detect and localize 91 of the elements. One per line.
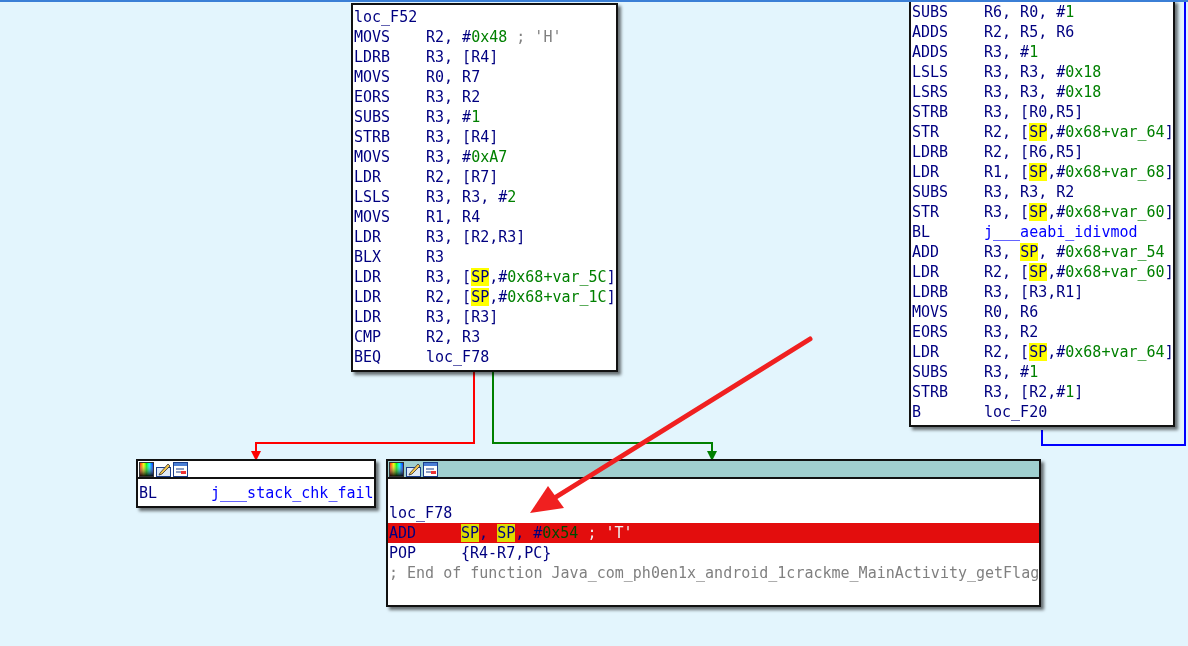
operands: R2, [R7] — [426, 167, 499, 187]
operands: R2, [SP,#0x68+var_1C] — [426, 287, 616, 307]
mnemonic: LSLS — [354, 187, 392, 207]
operands: R3, [R2,R3] — [426, 227, 526, 247]
operands: R6, R0, #1 — [984, 2, 1075, 22]
mnemonic: EORS — [912, 322, 950, 342]
mnemonic: LDR — [912, 262, 941, 282]
mnemonic: SUBS — [354, 107, 392, 127]
mnemonic: MOVS — [912, 302, 950, 322]
operands: R3, [R3,R1] — [984, 282, 1084, 302]
mnemonic: LDR — [354, 267, 383, 287]
mnemonic: SUBS — [912, 2, 950, 22]
operands: R3, #1 — [426, 107, 481, 127]
operands: R3, SP, #0x68+var_54 — [984, 242, 1165, 262]
palette-icon[interactable] — [139, 461, 154, 477]
mnemonic: LDR — [354, 307, 383, 327]
operands: j___stack_chk_fail — [211, 483, 374, 503]
window-icon[interactable] — [423, 461, 438, 477]
operands: R3, [SP,#0x68+var_60] — [984, 202, 1174, 222]
operands: SP, SP, #0x54 ; 'T' — [461, 523, 633, 543]
operands: R0, R7 — [426, 67, 481, 87]
mnemonic: LDR — [912, 342, 941, 362]
pencil-icon[interactable] — [406, 461, 421, 477]
mnemonic: MOVS — [354, 147, 392, 167]
mnemonic: MOVS — [354, 67, 392, 87]
mnemonic: MOVS — [354, 27, 392, 47]
operands: R3, R2 — [426, 87, 481, 107]
operands: R3, [SP,#0x68+var_5C] — [426, 267, 616, 287]
mnemonic: STR — [912, 202, 941, 222]
mnemonic: BL — [139, 483, 159, 503]
operands: loc_F20 — [984, 402, 1048, 422]
mnemonic: BEQ — [354, 347, 383, 367]
operands: R3, R3, #2 — [426, 187, 517, 207]
mnemonic: LDR — [912, 162, 941, 182]
mnemonic: BL — [912, 222, 932, 242]
operands: R3, [R0,R5] — [984, 102, 1084, 122]
mnemonic: LDRB — [912, 142, 950, 162]
code-label: loc_F78 — [389, 503, 453, 523]
operands: R3, #0xA7 — [426, 147, 508, 167]
mnemonic: ADDS — [912, 42, 950, 62]
operands: R3, #1 — [984, 362, 1039, 382]
mnemonic: STRB — [912, 102, 950, 122]
operands: R2, [SP,#0x68+var_64] — [984, 122, 1174, 142]
mnemonic: MOVS — [354, 207, 392, 227]
window-icon[interactable] — [173, 461, 188, 477]
operands: R3, [R4] — [426, 47, 499, 67]
mnemonic: CMP — [354, 327, 383, 347]
mnemonic: LDRB — [912, 282, 950, 302]
mnemonic: LDR — [354, 167, 383, 187]
operands: R2, R5, R6 — [984, 22, 1075, 42]
mnemonic: B — [912, 402, 923, 422]
operands: R1, R4 — [426, 207, 481, 227]
operands: R3 — [426, 247, 445, 267]
mnemonic: LSRS — [912, 82, 950, 102]
mnemonic: LDRB — [354, 47, 392, 67]
operands: loc_F78 — [426, 347, 490, 367]
mnemonic: BLX — [354, 247, 383, 267]
operands: R2, R3 — [426, 327, 481, 347]
operands: R3, [R4] — [426, 127, 499, 147]
mnemonic: LDR — [354, 227, 383, 247]
operands: R3, [R2,#1] — [984, 382, 1084, 402]
operands: R3, R3, #0x18 — [984, 82, 1102, 102]
operands: R3, R3, R2 — [984, 182, 1075, 202]
mnemonic: ADD — [389, 523, 418, 543]
mnemonic: STRB — [354, 127, 392, 147]
pencil-icon[interactable] — [156, 461, 171, 477]
operands: R2, [R6,R5] — [984, 142, 1084, 162]
operands: j___aeabi_idivmod — [984, 222, 1138, 242]
operands: {R4-R7,PC} — [461, 543, 552, 563]
operands: R2, [SP,#0x68+var_60] — [984, 262, 1174, 282]
operands: R3, R3, #0x18 — [984, 62, 1102, 82]
mnemonic: SUBS — [912, 362, 950, 382]
operands: R2, [SP,#0x68+var_64] — [984, 342, 1174, 362]
mnemonic: POP — [389, 543, 418, 563]
mnemonic: LSLS — [912, 62, 950, 82]
operands: R3, [R3] — [426, 307, 499, 327]
mnemonic: STR — [912, 122, 941, 142]
operands: R3, R2 — [984, 322, 1039, 342]
operands: R0, R6 — [984, 302, 1039, 322]
code-comment: ; End of function Java_com_ph0en1x_android_1crackme_MainActivity_getFlag — [389, 563, 1040, 583]
mnemonic: LDR — [354, 287, 383, 307]
operands: R1, [SP,#0x68+var_68] — [984, 162, 1174, 182]
palette-icon[interactable] — [389, 461, 404, 477]
code-label: loc_F52 — [354, 7, 418, 27]
mnemonic: EORS — [354, 87, 392, 107]
mnemonic: STRB — [912, 382, 950, 402]
mnemonic: ADD — [912, 242, 941, 262]
operands: R3, #1 — [984, 42, 1039, 62]
mnemonic: ADDS — [912, 22, 950, 42]
mnemonic: SUBS — [912, 182, 950, 202]
operands: R2, #0x48 ; 'H' — [426, 27, 562, 47]
